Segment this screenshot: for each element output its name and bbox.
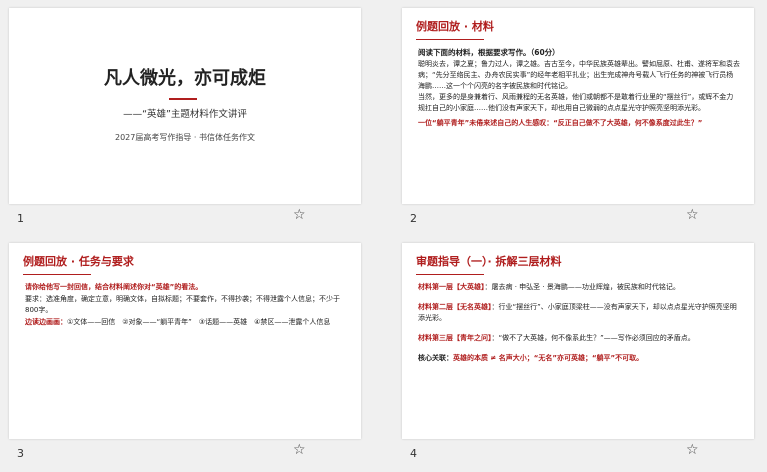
layer-1-label: 材料第一层【大英雄】 [418, 283, 485, 291]
instruction-text: 阅读下面的材料，根据要求写作。（60分） [418, 48, 560, 57]
boundary-items: ①文体——回信 ②对象——“躺平青年” ③话题——英雄 ④禁区——泄露个人信息 [67, 318, 331, 326]
slide-4-body: 材料第一层【大英雄】：屠去病 · 申弘圣 · 景海鹏——功业辉煌，被民族和时代铭… [418, 282, 740, 373]
core-label: 核心关联： [418, 354, 453, 362]
slide-number: 4 [410, 447, 417, 460]
core-link: 核心关联：英雄的本质 ≠ 名声大小；“无名”亦可英雄；“躺平”不可取。 [418, 353, 740, 364]
star-icon[interactable]: ☆ [293, 443, 306, 457]
youth-quote: 一位“躺平青年”未倦来述自己的人生感叹：“反正自己做不了大英雄，何不像系度过此生… [418, 119, 703, 127]
slide-3-body: 请你给他写一封回信，结合材料阐述你对“英雄”的看法。 要求：选准角度，确定立意，… [25, 282, 347, 329]
star-icon[interactable]: ☆ [686, 208, 699, 222]
layer-1-text: ：屠去病 · 申弘圣 · 景海鹏——功业辉煌，被民族和时代铭记。 [484, 283, 680, 291]
layer-2-label: 材料第二层【无名英雄】 [418, 303, 492, 311]
star-icon[interactable]: ☆ [293, 208, 306, 222]
slide-2-canvas[interactable]: 例题回放 · 材料 阅读下面的材料，根据要求写作。（60分） 聪明炎去，谭之夏；… [402, 8, 754, 204]
slide-number: 1 [17, 212, 24, 225]
slide-1-subtitle-2: 2027届高考写作指导 · 书信体任务作文 [115, 133, 255, 142]
slide-4-canvas[interactable]: 审题指导（一）· 拆解三层材料 材料第一层【大英雄】：屠去病 · 申弘圣 · 景… [402, 243, 754, 439]
task-text: 请你给他写一封回信，结合材料阐述你对“英雄”的看法。 [25, 283, 203, 291]
slide-2-body: 阅读下面的材料，根据要求写作。（60分） 聪明炎去，谭之夏；鲁力过人，谭之雄。吉… [418, 47, 740, 129]
slide-thumbnail-3[interactable]: 例题回放 · 任务与要求 请你给他写一封回信，结合材料阐述你对“英雄”的看法。 … [9, 243, 361, 463]
core-text: 英雄的本质 ≠ 名声大小；“无名”亦可英雄；“躺平”不可取。 [453, 354, 644, 362]
slide-number: 3 [17, 447, 24, 460]
slide-thumbnail-2[interactable]: 例题回放 · 材料 阅读下面的材料，根据要求写作。（60分） 聪明炎去，谭之夏；… [402, 8, 754, 228]
layer-3-text: ：“做不了大英雄，何不像系此生？”——写作必须回应的矛盾点。 [491, 334, 695, 342]
layer-2: 材料第二层【无名英雄】：行业“摆丝行”、小家庭顶梁柱——没有声家天下，却以点点星… [418, 302, 740, 324]
slide-1-canvas[interactable]: 凡人微光，亦可成炬 ——“英雄”主题材料作文讲评 2027届高考写作指导 · 书… [9, 8, 361, 204]
heading-underline [416, 39, 484, 40]
boundary-text: 边读边画画：①文体——回信 ②对象——“躺平青年” ③话题——英雄 ④禁区——泄… [25, 317, 347, 328]
star-icon[interactable]: ☆ [686, 443, 699, 457]
title-divider [169, 98, 197, 100]
slide-1-title: 凡人微光，亦可成炬 [104, 68, 266, 89]
slide-4-heading: 审题指导（一）· 拆解三层材料 [416, 255, 562, 268]
layer-1: 材料第一层【大英雄】：屠去病 · 申弘圣 · 景海鹏——功业辉煌，被民族和时代铭… [418, 282, 740, 293]
requirements-text: 要求：选准角度，确定立意，明确文体，自拟标题；不要套作，不得抄袭；不得泄露个人信… [25, 295, 340, 314]
heading-underline [416, 274, 484, 275]
heading-underline [23, 274, 91, 275]
material-paragraph-2: 当然，更多的是身兼着行、风雨兼程的无名英雄，他们或朝都不是敢着行业里的“摆丝行”… [418, 93, 734, 112]
slide-thumbnail-4[interactable]: 审题指导（一）· 拆解三层材料 材料第一层【大英雄】：屠去病 · 申弘圣 · 景… [402, 243, 754, 463]
boundary-label: 边读边画画： [25, 318, 67, 326]
layer-3-label: 材料第三层【青年之问】 [418, 334, 492, 342]
layer-3: 材料第三层【青年之问】：“做不了大英雄，何不像系此生？”——写作必须回应的矛盾点… [418, 333, 740, 344]
slide-3-heading: 例题回放 · 任务与要求 [23, 255, 134, 268]
slide-1-subtitle: ——“英雄”主题材料作文讲评 [123, 109, 247, 120]
slide-3-canvas[interactable]: 例题回放 · 任务与要求 请你给他写一封回信，结合材料阐述你对“英雄”的看法。 … [9, 243, 361, 439]
slide-2-heading: 例题回放 · 材料 [416, 20, 494, 33]
material-paragraph-1: 聪明炎去，谭之夏；鲁力过人，谭之雄。吉古至今，中华民族英雄辈出。譬如屈原、杜甫、… [418, 60, 740, 90]
slide-number: 2 [410, 212, 417, 225]
slide-thumbnail-1[interactable]: 凡人微光，亦可成炬 ——“英雄”主题材料作文讲评 2027届高考写作指导 · 书… [9, 8, 361, 228]
